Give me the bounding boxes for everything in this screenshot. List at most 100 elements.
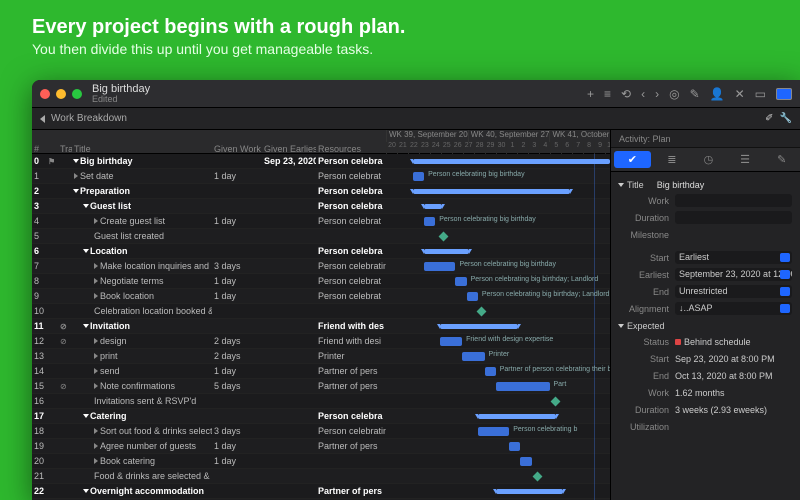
day-label: 20 xyxy=(386,142,397,154)
disclosure-icon[interactable] xyxy=(94,353,98,359)
disclosure-icon[interactable] xyxy=(83,414,89,418)
day-label: 6 xyxy=(561,142,572,154)
task-bar[interactable]: Person celebrating big birthday xyxy=(424,217,435,226)
chevron-left-icon[interactable]: ‹ xyxy=(641,87,645,101)
disclosure-icon[interactable] xyxy=(94,443,98,449)
disclosure-icon[interactable] xyxy=(73,189,79,193)
task-row[interactable]: 16Invitations sent & RSVP'd xyxy=(32,394,610,409)
row-number: 10 xyxy=(32,306,46,316)
brush-icon[interactable]: ✐ xyxy=(765,113,773,124)
task-row[interactable]: 3Guest listPerson celebra xyxy=(32,199,610,214)
disclosure-icon[interactable] xyxy=(94,338,98,344)
end-select[interactable]: Unrestricted xyxy=(675,285,792,298)
display-icon[interactable]: ▭ xyxy=(755,87,766,101)
summary-bar[interactable] xyxy=(440,324,518,329)
milestone-diamond[interactable] xyxy=(476,307,486,317)
link-icon[interactable]: ⟲ xyxy=(621,87,631,101)
task-row[interactable]: 10Celebration location booked & confirme… xyxy=(32,304,610,319)
task-bar[interactable]: Person celebrating big birthday xyxy=(424,262,455,271)
task-row[interactable]: 2PreparationPerson celebra xyxy=(32,184,610,199)
task-row[interactable]: 13print2 daysPrinterPrinter xyxy=(32,349,610,364)
minimize-icon[interactable] xyxy=(56,89,66,99)
tab-schedule[interactable]: ≣ xyxy=(654,148,691,171)
chevron-right-icon[interactable]: › xyxy=(655,87,659,101)
milestone-diamond[interactable] xyxy=(438,232,448,242)
disclosure-icon[interactable] xyxy=(83,249,89,253)
task-bar[interactable]: Friend with design expertise xyxy=(440,337,462,346)
alignment-select[interactable]: ↓..ASAP xyxy=(675,302,792,315)
task-row[interactable]: 7Make location inquiries and compare3 da… xyxy=(32,259,610,274)
disclosure-icon[interactable] xyxy=(94,428,98,434)
task-bar[interactable]: Person celebrating big birthday; Landlor… xyxy=(467,292,478,301)
task-row[interactable]: 12⊘design2 daysFriend with desiFriend wi… xyxy=(32,334,610,349)
task-bar[interactable]: Partner of person celebrating their big … xyxy=(485,367,496,376)
tab-list[interactable]: ☰ xyxy=(727,148,764,171)
inspector-toggle-icon[interactable] xyxy=(776,88,792,100)
task-row[interactable]: 14send1 dayPartner of persPartner of per… xyxy=(32,364,610,379)
bar-label: Partner of person celebrating their big … xyxy=(500,366,610,373)
task-row[interactable]: 0⚑Big birthdaySep 23, 2020Person celebra xyxy=(32,154,610,169)
task-row[interactable]: 8Negotiate terms1 dayPerson celebratPers… xyxy=(32,274,610,289)
task-row[interactable]: 1Set date1 dayPerson celebratPerson cele… xyxy=(32,169,610,184)
disclosure-icon[interactable] xyxy=(94,278,98,284)
task-bar[interactable]: Printer xyxy=(462,352,484,361)
summary-bar[interactable] xyxy=(424,249,469,254)
summary-bar[interactable] xyxy=(413,189,570,194)
back-icon[interactable] xyxy=(40,115,45,123)
task-row[interactable]: 22Overnight accommodationPartner of pers xyxy=(32,484,610,499)
disclosure-icon[interactable] xyxy=(94,383,98,389)
disclosure-icon[interactable] xyxy=(83,204,89,208)
task-row[interactable]: 20Book catering1 day xyxy=(32,454,610,469)
tab-timer[interactable]: ◷ xyxy=(690,148,727,171)
disclosure-icon[interactable] xyxy=(94,293,98,299)
disclosure-icon[interactable] xyxy=(94,263,98,269)
task-bar[interactable] xyxy=(509,442,520,451)
task-row[interactable]: 5Guest list created xyxy=(32,229,610,244)
disclosure-icon[interactable] xyxy=(94,368,98,374)
disclosure-icon[interactable] xyxy=(74,173,78,179)
highlighter-icon[interactable]: ✎ xyxy=(690,87,700,101)
tab-edit[interactable]: ✎ xyxy=(763,148,800,171)
work-field[interactable] xyxy=(675,194,792,207)
indent-icon[interactable]: ≡ xyxy=(604,87,611,101)
task-row[interactable]: 18Sort out food & drinks selection3 days… xyxy=(32,424,610,439)
disclosure-icon[interactable] xyxy=(83,489,89,493)
disclosure-icon[interactable] xyxy=(83,324,89,328)
task-row[interactable]: 11⊘InvitationFriend with des xyxy=(32,319,610,334)
zoom-icon[interactable] xyxy=(72,89,82,99)
target-icon[interactable]: ◎ xyxy=(669,87,679,101)
milestone-diamond[interactable] xyxy=(550,397,560,407)
gantt-cell: Printer xyxy=(386,349,610,363)
summary-bar[interactable] xyxy=(496,489,563,494)
task-row[interactable]: 17CateringPerson celebra xyxy=(32,409,610,424)
disclosure-icon[interactable] xyxy=(94,458,98,464)
task-row[interactable]: 15⊘Note confirmations5 daysPartner of pe… xyxy=(32,379,610,394)
summary-bar[interactable] xyxy=(478,414,556,419)
task-row[interactable]: 21Food & drinks are selected & booked xyxy=(32,469,610,484)
summary-bar[interactable] xyxy=(413,159,610,164)
earliest-field[interactable]: September 23, 2020 at 12:00 AM xyxy=(675,268,792,281)
task-bar[interactable]: Person celebrating b xyxy=(478,427,509,436)
close-icon[interactable] xyxy=(40,89,50,99)
task-bar[interactable]: Part xyxy=(496,382,550,391)
task-row[interactable]: 4Create guest list1 dayPerson celebratPe… xyxy=(32,214,610,229)
breadcrumb[interactable]: Work Breakdown xyxy=(51,113,127,124)
wrench2-icon[interactable]: 🔧 xyxy=(780,113,792,124)
duration-field[interactable] xyxy=(675,211,792,224)
tab-plan[interactable]: ✔ xyxy=(614,151,651,168)
disclosure-icon[interactable] xyxy=(94,218,98,224)
disclosure-icon[interactable] xyxy=(73,159,79,163)
start-select[interactable]: Earliest xyxy=(675,251,792,264)
flag-icon[interactable]: ⚑ xyxy=(48,157,55,166)
wrench-icon[interactable]: ✕ xyxy=(735,87,745,101)
task-bar[interactable] xyxy=(520,457,531,466)
summary-bar[interactable] xyxy=(424,204,442,209)
task-bar[interactable]: Person celebrating big birthday; Landlor… xyxy=(455,277,466,286)
add-icon[interactable]: + xyxy=(587,87,594,101)
task-row[interactable]: 9Book location1 dayPerson celebratPerson… xyxy=(32,289,610,304)
task-row[interactable]: 19Agree number of guests1 dayPartner of … xyxy=(32,439,610,454)
user-icon[interactable]: 👤 xyxy=(710,87,725,101)
task-row[interactable]: 6LocationPerson celebra xyxy=(32,244,610,259)
task-bar[interactable]: Person celebrating big birthday xyxy=(413,172,424,181)
milestone-diamond[interactable] xyxy=(532,472,542,482)
